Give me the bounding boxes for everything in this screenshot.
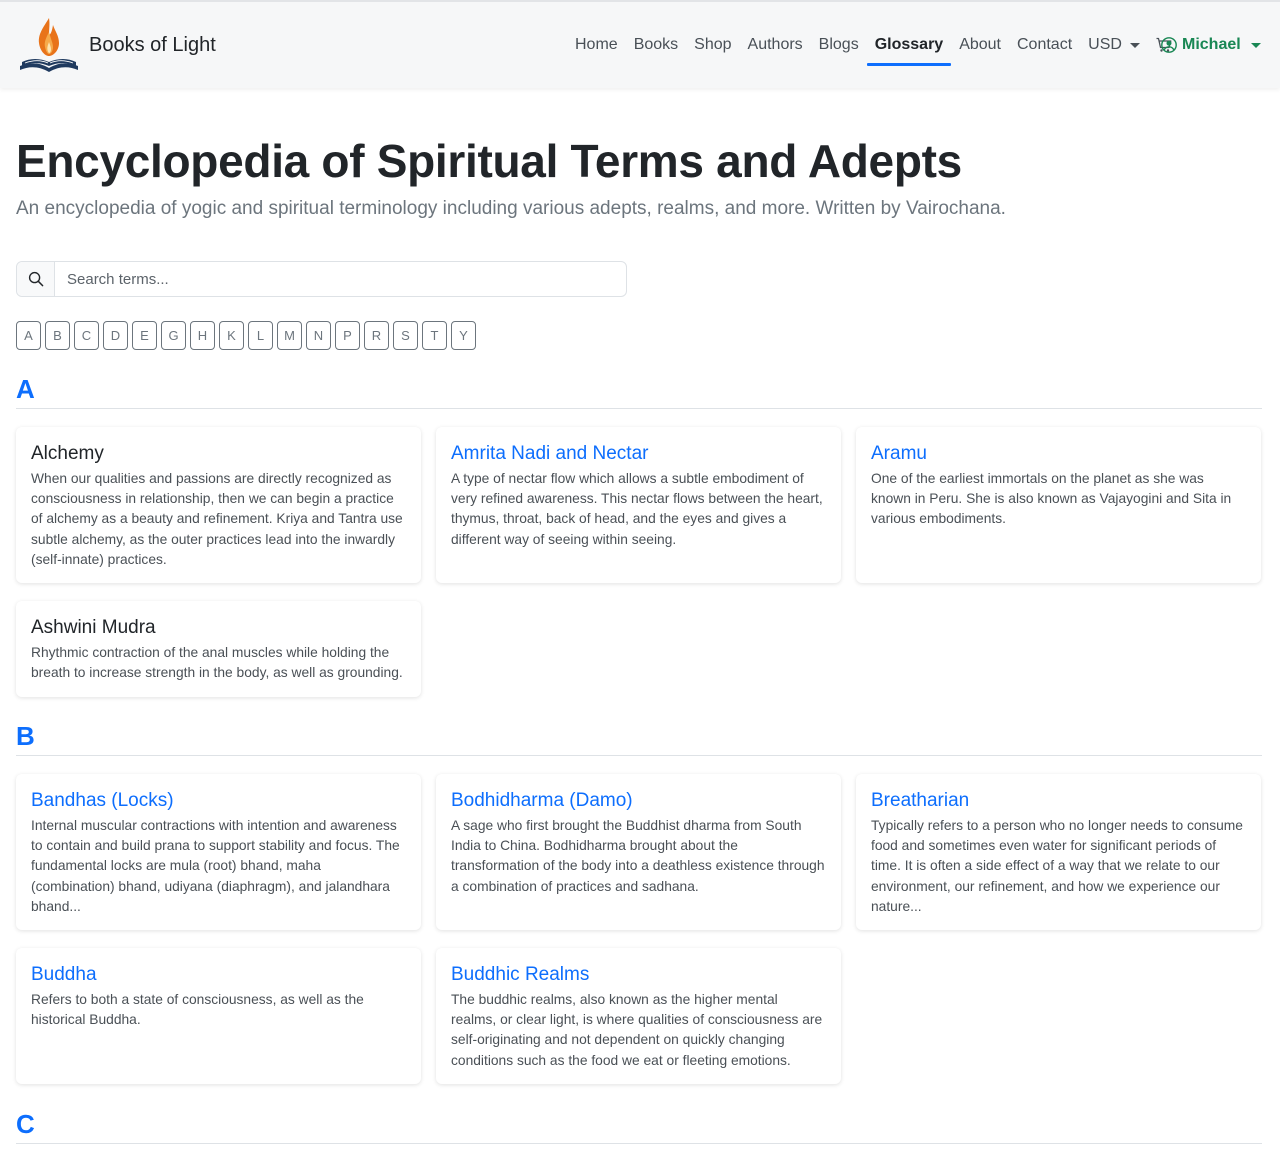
card-text: Typically refers to a person who no long… [871, 818, 1243, 914]
letter-button-r[interactable]: R [364, 321, 389, 350]
letter-button-a[interactable]: A [16, 321, 41, 350]
card-title-link[interactable]: Bandhas (Locks) [31, 789, 406, 813]
page-subtitle: An encyclopedia of yogic and spiritual t… [16, 198, 1006, 219]
nav-contact[interactable]: Contact [1009, 2, 1080, 88]
search-group [16, 261, 627, 297]
book-flame-logo-icon [20, 18, 78, 72]
glossary-card: Ashwini Mudra Rhythmic contraction of th… [16, 601, 421, 697]
nav-books[interactable]: Books [626, 2, 686, 88]
page-title: Encyclopedia of Spiritual Terms and Adep… [16, 135, 962, 187]
glossary-card: Bodhidharma (Damo) A sage who first brou… [436, 774, 841, 930]
search-addon [17, 262, 55, 296]
glossary-card: Buddha Refers to both a state of conscio… [16, 948, 421, 1084]
card-title-link[interactable]: Buddhic Realms [451, 963, 826, 987]
search-icon [28, 271, 43, 287]
currency-dropdown[interactable]: USD [1080, 2, 1148, 88]
letter-button-k[interactable]: K [219, 321, 244, 350]
card-text: When our qualities and passions are dire… [31, 471, 403, 567]
letter-button-h[interactable]: H [190, 321, 215, 350]
card-title: Ashwini Mudra [31, 617, 156, 638]
user-name: Michael [1182, 36, 1241, 53]
card-text: Internal muscular contractions with inte… [31, 818, 400, 914]
letter-button-e[interactable]: E [132, 321, 157, 350]
section-heading-c: C [16, 1109, 35, 1139]
nav-authors[interactable]: Authors [740, 2, 811, 88]
brand-name: Books of Light [89, 33, 216, 56]
section-heading-b: B [16, 721, 35, 751]
card-title-link[interactable]: Buddha [31, 963, 406, 987]
card-text: A sage who first brought the Buddhist dh… [451, 818, 825, 894]
glossary-card: Aramu One of the earliest immortals on t… [856, 427, 1261, 583]
letter-filter: A B C D E G H K L M N P R S T Y [16, 321, 480, 350]
section-divider [16, 755, 1262, 756]
glossary-card: Alchemy When our qualities and passions … [16, 427, 421, 583]
letter-button-g[interactable]: G [161, 321, 186, 350]
letter-button-d[interactable]: D [103, 321, 128, 350]
user-menu[interactable]: Michael [1161, 2, 1261, 88]
card-title-link[interactable]: Amrita Nadi and Nectar [451, 442, 826, 466]
section-divider [16, 1143, 1262, 1144]
card-text: Rhythmic contraction of the anal muscles… [31, 645, 403, 681]
glossary-card: Breatharian Typically refers to a person… [856, 774, 1261, 930]
card-title-link[interactable]: Breatharian [871, 789, 1246, 813]
letter-button-t[interactable]: T [422, 321, 447, 350]
letter-button-y[interactable]: Y [451, 321, 476, 350]
letter-button-c[interactable]: C [74, 321, 99, 350]
nav-about[interactable]: About [951, 2, 1009, 88]
letter-button-p[interactable]: P [335, 321, 360, 350]
navbar: Books of Light Home Books Shop Authors B… [0, 0, 1280, 88]
letter-button-l[interactable]: L [248, 321, 273, 350]
card-title-link[interactable]: Aramu [871, 442, 1246, 466]
section-divider [16, 408, 1262, 409]
nav-shop[interactable]: Shop [686, 2, 739, 88]
glossary-card: Bandhas (Locks) Internal muscular contra… [16, 774, 421, 930]
card-title-link[interactable]: Bodhidharma (Damo) [451, 789, 826, 813]
card-title: Alchemy [31, 443, 104, 464]
glossary-card: Amrita Nadi and Nectar A type of nectar … [436, 427, 841, 583]
chevron-down-icon [1250, 42, 1261, 48]
section-heading-a: A [16, 374, 35, 404]
search-input[interactable] [55, 262, 626, 296]
card-text: The buddhic realms, also known as the hi… [451, 992, 823, 1068]
currency-label: USD [1088, 36, 1122, 53]
glossary-card: Buddhic Realms The buddhic realms, also … [436, 948, 841, 1084]
card-text: A type of nectar flow which allows a sub… [451, 471, 823, 547]
nav-blogs[interactable]: Blogs [811, 2, 867, 88]
letter-button-m[interactable]: M [277, 321, 302, 350]
card-text: Refers to both a state of consciousness,… [31, 992, 364, 1028]
chevron-down-icon [1129, 42, 1140, 48]
nav-glossary[interactable]: Glossary [866, 2, 952, 88]
nav-home[interactable]: Home [567, 2, 626, 88]
letter-button-n[interactable]: N [306, 321, 331, 350]
brand-link[interactable]: Books of Light [18, 16, 216, 74]
user-circle-icon [1161, 37, 1177, 53]
card-text: One of the earliest immortals on the pla… [871, 471, 1232, 527]
letter-button-b[interactable]: B [45, 321, 70, 350]
letter-button-s[interactable]: S [393, 321, 418, 350]
main-nav: Home Books Shop Authors Blogs Glossary A… [567, 2, 1180, 88]
